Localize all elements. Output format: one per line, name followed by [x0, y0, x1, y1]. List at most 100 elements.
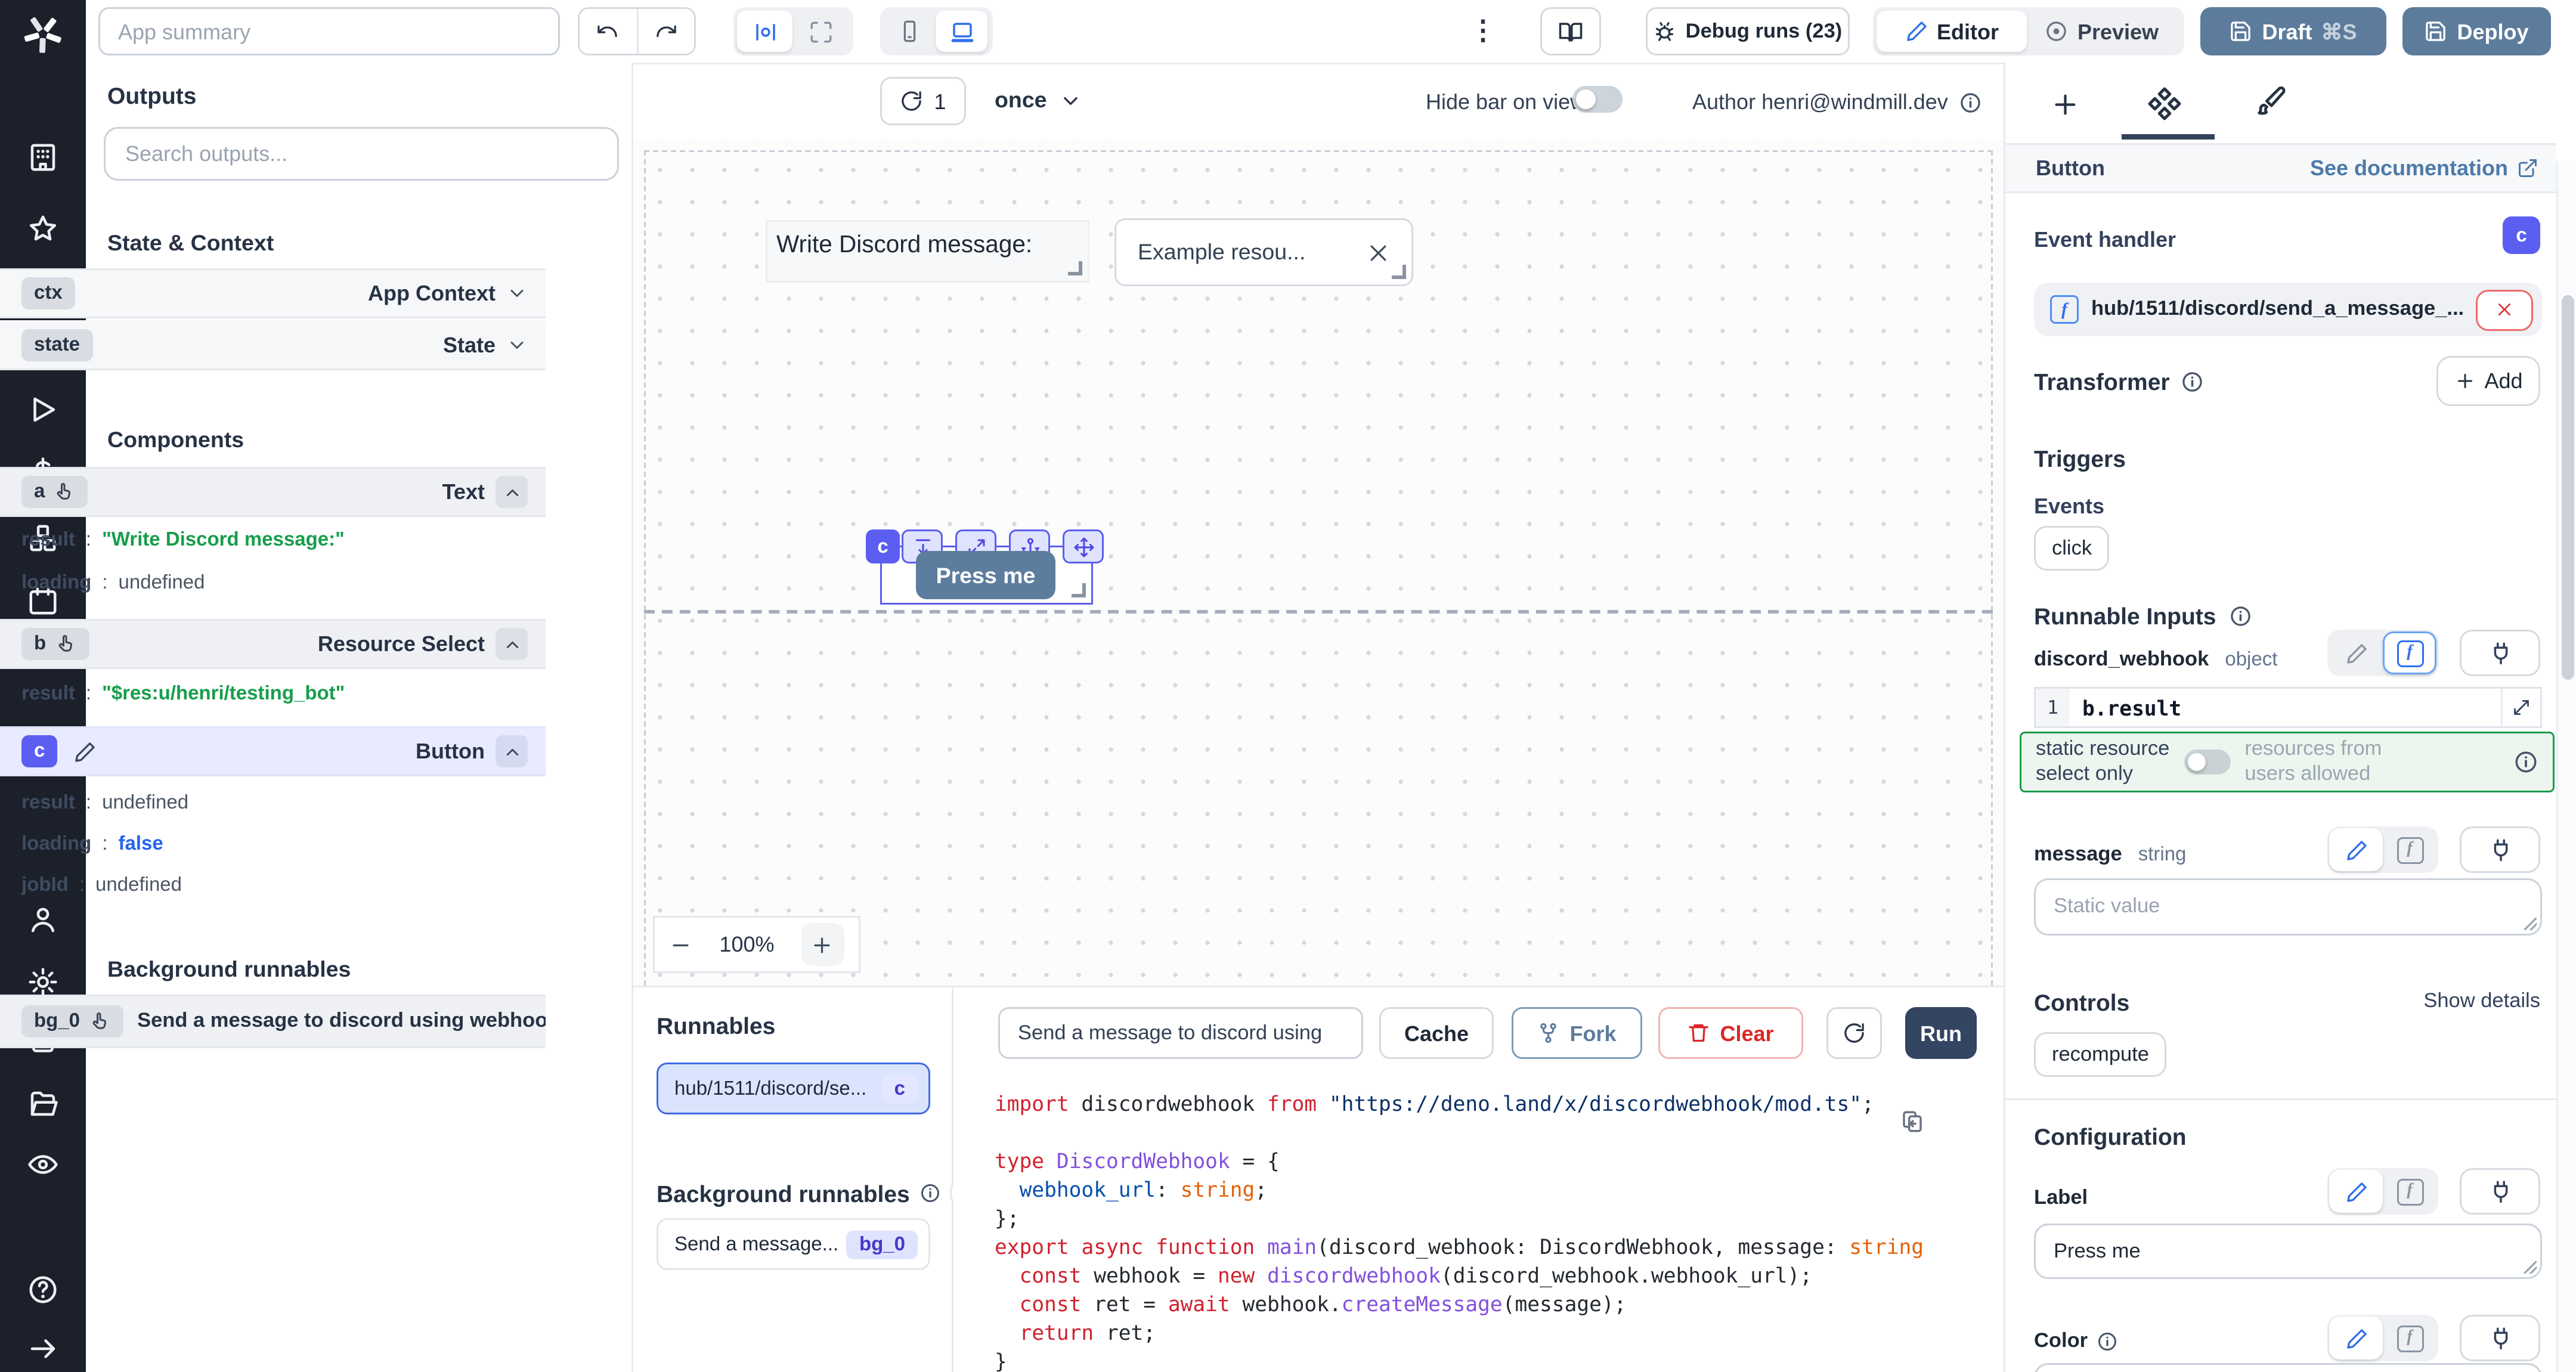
static-mode-pencil-button[interactable] [2329, 1317, 2383, 1359]
redo-button[interactable] [638, 9, 695, 54]
tab-editor[interactable]: Editor [1877, 11, 2027, 52]
see-documentation-link[interactable]: See documentation [2310, 156, 2538, 181]
expand-code-editor-button[interactable] [2501, 689, 2540, 726]
eval-mode-fx-button[interactable]: f [2383, 1170, 2436, 1213]
full-width-button[interactable] [792, 11, 848, 52]
background-runnable-row[interactable]: bg_0 Send a message to discord using web… [0, 995, 546, 1048]
chevron-down-icon [1060, 89, 1083, 112]
windmill-logo-icon[interactable] [23, 14, 63, 54]
zoom-out-minus-icon[interactable] [669, 933, 692, 956]
canvas-press-me-button[interactable]: Press me [916, 551, 1055, 599]
event-handler-row[interactable]: f hub/1511/discord/send_a_message_... [2034, 283, 2542, 336]
component-row-a[interactable]: a Text [0, 467, 546, 517]
copy-code-button[interactable] [1900, 1109, 1925, 1134]
message-connect-button[interactable] [2460, 826, 2540, 873]
clear-x-icon[interactable] [1367, 241, 1390, 264]
collapse-c-button[interactable] [496, 735, 528, 767]
deploy-button[interactable]: Deploy [2402, 7, 2551, 55]
color-value-input[interactable] [2034, 1363, 2542, 1372]
more-menu-kebab-icon[interactable]: ⋮ [1470, 11, 1496, 50]
help-icon[interactable] [27, 1274, 59, 1306]
fork-button[interactable]: Fork [1512, 1007, 1642, 1059]
recompute-chip[interactable]: recompute [2034, 1032, 2167, 1077]
label-connect-button[interactable] [2460, 1168, 2540, 1215]
refresh-count-button[interactable]: 1 [880, 77, 966, 125]
tab-insert[interactable] [2050, 89, 2080, 120]
desktop-view-button[interactable] [936, 11, 987, 52]
folders-icon[interactable] [27, 1088, 59, 1120]
component-row-b[interactable]: b Resource Select [0, 619, 546, 669]
discord-webhook-code-input[interactable]: 1 b.result [2034, 687, 2542, 728]
label-value-input[interactable] [2034, 1224, 2542, 1279]
hide-bar-toggle[interactable] [1572, 86, 1623, 113]
resize-handle[interactable] [1072, 583, 1086, 597]
static-mode-pencil-button[interactable] [2329, 631, 2383, 674]
scrollbar-track[interactable] [2556, 161, 2576, 1372]
canvas-text-component[interactable]: Write Discord message: [766, 220, 1089, 283]
schedule-dropdown[interactable]: once [995, 88, 1083, 113]
static-mode-pencil-button[interactable] [2329, 828, 2383, 871]
documentation-book-button[interactable] [1540, 7, 1601, 55]
app-height-divider[interactable] [644, 610, 1993, 614]
label-field-name: Label [2034, 1188, 2088, 1209]
eval-mode-fx-button[interactable]: f [2383, 1317, 2436, 1359]
runnable-name-input[interactable] [998, 1007, 1363, 1059]
output-row-state[interactable]: state State [0, 320, 546, 370]
run-button[interactable]: Run [1905, 1007, 1977, 1059]
component-row-c-selected[interactable]: c Button [0, 726, 546, 776]
resize-handle[interactable] [1392, 265, 1406, 279]
textarea-resize-handle[interactable] [2524, 918, 2537, 930]
clear-label: Clear [1720, 1021, 1773, 1046]
collapse-b-button[interactable] [496, 628, 528, 660]
plus-icon [811, 933, 834, 956]
tab-component-settings[interactable] [2147, 86, 2182, 122]
collapse-arrow-icon[interactable] [27, 1333, 59, 1365]
message-static-value-input[interactable] [2034, 878, 2542, 936]
search-outputs-input[interactable] [104, 127, 619, 181]
canvas-resource-select[interactable]: Example resou... [1114, 218, 1413, 286]
favorites-star-icon[interactable] [27, 213, 59, 245]
press-me-button-label: Press me [936, 563, 1036, 588]
static-resource-toggle[interactable] [2184, 750, 2230, 775]
label-value-wrap [2034, 1224, 2542, 1279]
eval-mode-fx-button[interactable]: f [2383, 631, 2436, 674]
click-event-chip[interactable]: click [2034, 526, 2110, 571]
code-lines[interactable]: import discordwebhook from "https://deno… [995, 1089, 1987, 1372]
bg-runnable-item[interactable]: Send a message... bg_0 [657, 1218, 930, 1270]
app-summary-input[interactable] [98, 7, 560, 55]
discord-webhook-connect-button[interactable] [2460, 630, 2540, 676]
undo-button[interactable] [580, 9, 638, 54]
function-icon: f [2050, 295, 2079, 324]
resize-handle[interactable] [1068, 261, 1082, 275]
show-details-link[interactable]: Show details [2397, 991, 2540, 1012]
active-tab-underline [2122, 134, 2215, 140]
audit-eye-icon[interactable] [27, 1148, 59, 1181]
settings-gear-icon[interactable] [27, 966, 59, 998]
eval-mode-fx-button[interactable]: f [2383, 828, 2436, 871]
color-connect-button[interactable] [2460, 1315, 2540, 1361]
debug-runs-button[interactable]: Debug runs (23) [1646, 7, 1850, 55]
clear-button[interactable]: Clear [1658, 1007, 1803, 1059]
centered-layout-button[interactable] [737, 11, 792, 52]
textarea-resize-handle[interactable] [2524, 1261, 2537, 1274]
zoom-in-plus-button[interactable] [801, 923, 844, 966]
move-component-button[interactable] [1063, 529, 1104, 563]
workspace-icon[interactable] [27, 141, 59, 174]
static-mode-pencil-button[interactable] [2329, 1170, 2383, 1213]
output-row-ctx[interactable]: ctx App Context [0, 268, 546, 318]
runs-play-icon[interactable] [27, 394, 59, 426]
collapse-a-button[interactable] [496, 476, 528, 508]
tab-styling[interactable] [2254, 86, 2288, 120]
runnable-item-selected[interactable]: hub/1511/discord/se... c [657, 1063, 930, 1114]
tab-preview[interactable]: Preview [2027, 11, 2177, 52]
draft-button[interactable]: Draft ⌘S [2200, 7, 2386, 55]
ctx-label: App Context [368, 281, 496, 306]
mobile-view-button[interactable] [884, 11, 936, 52]
editor-refresh-button[interactable] [1826, 1007, 1882, 1059]
add-transformer-button[interactable]: Add [2436, 356, 2540, 406]
plug-icon [2488, 1325, 2513, 1351]
users-icon[interactable] [27, 903, 59, 936]
cache-button[interactable]: Cache [1379, 1007, 1494, 1059]
scrollbar-thumb[interactable] [2562, 295, 2574, 680]
remove-handler-button[interactable] [2476, 289, 2533, 330]
